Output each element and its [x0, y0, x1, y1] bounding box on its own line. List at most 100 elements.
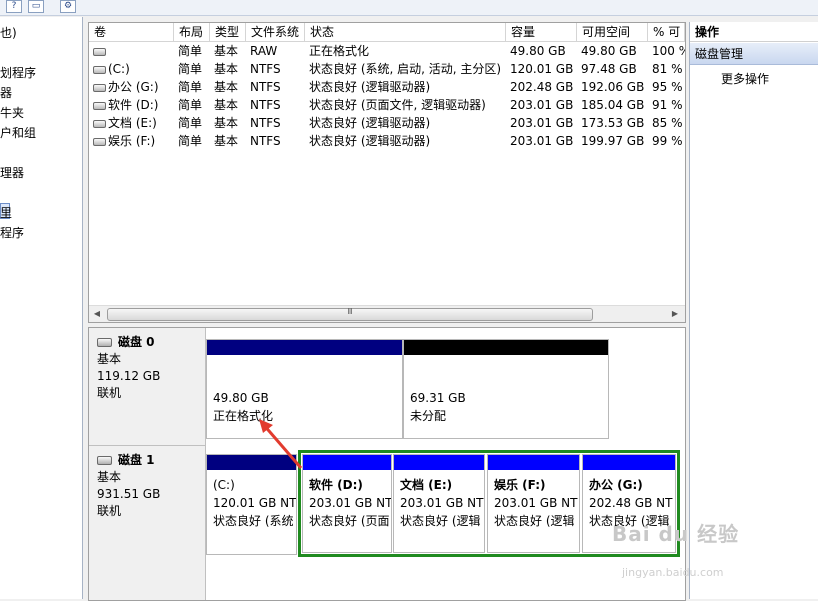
scroll-right-arrow-icon[interactable]: ▶ — [667, 306, 683, 322]
table-cell-type: 基本 — [214, 80, 239, 94]
table-cell-type: 基本 — [214, 134, 239, 148]
table-cell-pct: 85 % — [652, 116, 683, 130]
arrow-shaft — [261, 423, 303, 469]
table-row[interactable]: 简单基本 RAW 正在格式化 49.80 GB 49.80 GB 100 % — [89, 42, 685, 60]
partition-bar — [488, 455, 579, 470]
table-cell-layout: 简单 — [178, 134, 203, 148]
partition-name: 办公 (G:) — [589, 478, 643, 492]
table-cell-fs: NTFS — [250, 116, 281, 130]
partition-size: 203.01 GB NT — [400, 496, 484, 510]
gear-icon[interactable]: ⚙ — [60, 0, 76, 13]
disk-1-kind: 基本 — [97, 470, 122, 484]
table-cell-type: 基本 — [214, 44, 239, 58]
table-cell-pct: 91 % — [652, 98, 683, 112]
table-row[interactable]: (C:) 简单 基本 NTFS 状态良好 (系统, 启动, 活动, 主分区) 120.01… — [89, 60, 685, 78]
action-pane: 操作 磁盘管理 更多操作 — [689, 22, 818, 599]
table-cell-status: 状态良好 (逻辑驱动器) — [309, 116, 431, 130]
table-cell-pct: 100 % — [652, 44, 685, 58]
partition-bar — [404, 340, 608, 355]
table-cell-capacity: 203.01 GB — [510, 98, 574, 112]
table-cell-fs: NTFS — [250, 98, 281, 112]
action-pane-header: 操作 — [690, 22, 818, 42]
table-cell-pct: 95 % — [652, 80, 683, 94]
column-header-layout[interactable]: 布局 — [174, 23, 210, 41]
column-header-capacity[interactable]: 容量 — [506, 23, 577, 41]
column-header-type[interactable]: 类型 — [210, 23, 246, 41]
tree-item-services-apps[interactable]: 程序 — [0, 224, 24, 241]
volume-name: 娱乐 (F:) — [108, 134, 156, 148]
volume-name: (C:) — [108, 62, 130, 76]
partition-status: 状态良好 (系统 — [213, 514, 294, 528]
disk-icon — [97, 456, 112, 465]
table-cell-volume: (C:) — [89, 60, 174, 78]
table-row[interactable]: 娱乐 (F:) 简单 基本 NTFS 状态良好 (逻辑驱动器) 203.01 GB 199.… — [89, 132, 685, 150]
partition-size: 203.01 GB NT — [494, 496, 578, 510]
table-cell-layout: 简单 — [178, 98, 203, 112]
help-icon[interactable]: ? — [6, 0, 22, 13]
tree-item-task-scheduler[interactable]: 划程序 — [0, 64, 36, 81]
action-more-actions[interactable]: 更多操作 — [721, 70, 769, 88]
disk-0-info[interactable]: 磁盘 0 基本 119.12 GB 联机 — [89, 328, 206, 446]
action-disk-management[interactable]: 磁盘管理 — [690, 43, 818, 65]
table-row[interactable]: 软件 (D:) 简单 基本 NTFS 状态良好 (页面文件, 逻辑驱动器) 203.01 … — [89, 96, 685, 114]
partition-size: 120.01 GB NT — [213, 496, 297, 510]
scrollbar-thumb[interactable]: Ⅲ — [107, 307, 593, 321]
table-cell-volume: 办公 (G:) — [89, 78, 174, 96]
table-cell-volume: 娱乐 (F:) — [89, 132, 174, 150]
table-row[interactable]: 办公 (G:) 简单 基本 NTFS 状态良好 (逻辑驱动器) 202.48 GB 192.… — [89, 78, 685, 96]
table-cell-status: 状态良好 (逻辑驱动器) — [309, 80, 431, 94]
partition-e[interactable]: 文档 (E:) 203.01 GB NT 状态良好 (逻辑 — [393, 454, 485, 553]
disk-icon — [97, 338, 112, 347]
disk-0-state: 联机 — [97, 386, 122, 400]
table-cell-layout: 简单 — [178, 62, 203, 76]
table-cell-layout: 简单 — [178, 80, 203, 94]
partition-name: 软件 (D:) — [309, 478, 363, 492]
table-cell-free: 173.53 GB — [581, 116, 645, 130]
partition-disk0-unallocated[interactable]: 69.31 GB 未分配 — [403, 339, 609, 439]
table-cell-layout: 简单 — [178, 116, 203, 130]
tree-item-disk-management[interactable]: 里 — [0, 204, 12, 221]
properties-icon[interactable]: ▭ — [28, 0, 44, 13]
table-cell-capacity: 203.01 GB — [510, 116, 574, 130]
column-header-volume[interactable]: 卷 — [89, 23, 174, 41]
partition-status: 未分配 — [410, 409, 447, 423]
disk-0-kind: 基本 — [97, 352, 122, 366]
table-cell-type: 基本 — [214, 62, 239, 76]
table-cell-volume: 软件 (D:) — [89, 96, 174, 114]
navigation-tree: 也) 划程序 器 牛夹 户和组 理器 里 程序 — [0, 17, 83, 599]
column-header-filesystem[interactable]: 文件系统 — [246, 23, 305, 41]
table-cell-volume: 文档 (E:) — [89, 114, 174, 132]
volume-drive-icon — [93, 119, 106, 128]
table-cell-status: 状态良好 (系统, 启动, 活动, 主分区) — [309, 62, 502, 76]
volume-name: 软件 (D:) — [108, 98, 159, 112]
partition-f[interactable]: 娱乐 (F:) 203.01 GB NT 状态良好 (逻辑 — [487, 454, 580, 553]
table-cell-status: 状态良好 (页面文件, 逻辑驱动器) — [309, 98, 486, 112]
table-cell-status: 状态良好 (逻辑驱动器) — [309, 134, 431, 148]
partition-name: (C:) — [213, 478, 235, 492]
disk-1-size: 931.51 GB — [97, 487, 161, 501]
table-cell-capacity: 202.48 GB — [510, 80, 574, 94]
table-row[interactable]: 文档 (E:) 简单 基本 NTFS 状态良好 (逻辑驱动器) 203.01 GB 173.… — [89, 114, 685, 132]
partition-name: 文档 (E:) — [400, 478, 453, 492]
tree-item-shared-folders[interactable]: 牛夹 — [0, 104, 24, 121]
disk-1-info[interactable]: 磁盘 1 基本 931.51 GB 联机 — [89, 446, 206, 600]
table-cell-pct: 99 % — [652, 134, 683, 148]
disk-0-name: 磁盘 0 — [118, 335, 155, 349]
table-cell-fs: NTFS — [250, 134, 281, 148]
column-header-free-space[interactable]: 可用空间 — [577, 23, 648, 41]
partition-size: 69.31 GB — [410, 391, 466, 405]
table-cell-volume — [89, 42, 174, 60]
table-cell-free: 97.48 GB — [581, 62, 637, 76]
volume-drive-icon — [93, 83, 106, 92]
tree-item-users-groups[interactable]: 户和组 — [0, 124, 36, 141]
tree-item-device-manager[interactable]: 理器 — [0, 164, 24, 181]
horizontal-scrollbar[interactable]: ◀ Ⅲ ▶ — [89, 305, 685, 322]
column-header-percent-free[interactable]: % 可 — [648, 23, 685, 41]
partition-d[interactable]: 软件 (D:) 203.01 GB NT 状态良好 (页面 — [302, 454, 392, 553]
disk-1-name: 磁盘 1 — [118, 453, 155, 467]
tree-item[interactable]: 也) — [0, 24, 17, 41]
scroll-left-arrow-icon[interactable]: ◀ — [89, 306, 105, 322]
table-cell-type: 基本 — [214, 116, 239, 130]
column-header-status[interactable]: 状态 — [305, 23, 506, 41]
tree-item-event-viewer[interactable]: 器 — [0, 84, 12, 101]
